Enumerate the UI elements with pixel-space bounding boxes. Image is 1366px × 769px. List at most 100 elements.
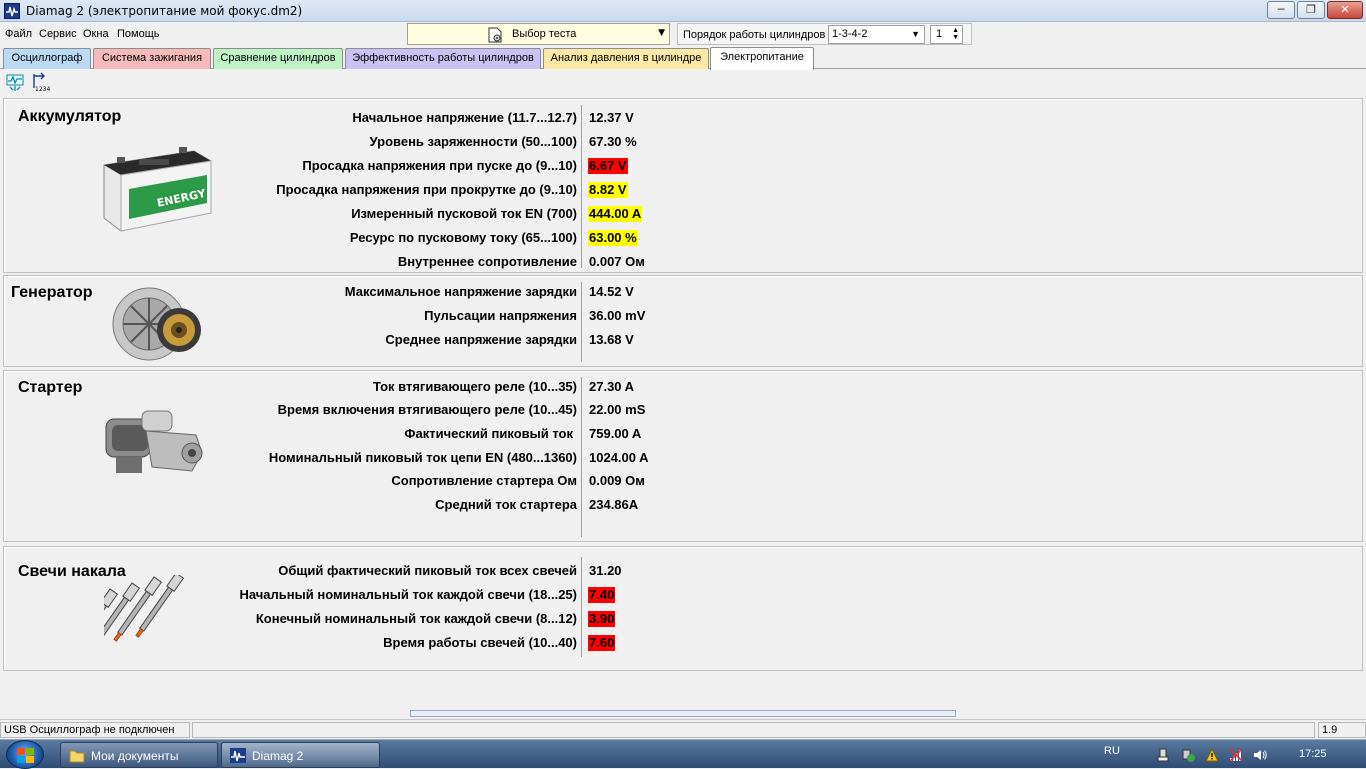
starter-divider (581, 377, 582, 537)
spin-up-icon[interactable]: ▲ (952, 27, 959, 34)
start-button[interactable] (6, 740, 44, 769)
maximize-button[interactable]: ❐ (1297, 1, 1325, 19)
title-bar: Diamag 2 (электропитание мой фокус.dm2) … (0, 0, 1366, 22)
oscilloscope-settings-icon[interactable] (5, 72, 25, 92)
taskbar: Мои документы Diamag 2 RU 17:25 (0, 739, 1366, 769)
starter-row-label: Средний ток стартера (435, 497, 577, 512)
battery-row-label: Уровень заряженности (50...100) (369, 134, 577, 149)
document-gear-icon (488, 27, 502, 43)
glow-plugs-row-label: Конечный номинальный ток каждой свечи (8… (255, 611, 577, 626)
generator-row-value: 13.68 V (589, 332, 634, 347)
status-connection: USB Осциллограф не подключен (0, 722, 190, 738)
battery-row-value: 0.007 Ом (589, 254, 645, 269)
close-button[interactable]: ✕ (1327, 1, 1363, 19)
battery-row-label: Просадка напряжения при пуске до (9...10… (302, 158, 577, 173)
glow-plugs-row-value-alert: 7.40 (588, 587, 616, 603)
battery-row-value: 12.37 V (589, 110, 634, 125)
tab-pressure-analysis[interactable]: Анализ давления в цилиндре (543, 48, 709, 69)
clock[interactable]: 17:25 (1299, 748, 1327, 760)
tab-strip: Осциллограф Система зажигания Сравнение … (0, 47, 1366, 70)
generator-title: Генератор (11, 284, 93, 301)
starter-row-value: 27.30 A (589, 379, 635, 394)
network-signal-icon[interactable] (1229, 748, 1243, 762)
starter-row-label: Время включения втягивающего реле (10...… (277, 402, 577, 417)
starter-title: Стартер (18, 379, 83, 396)
menu-help[interactable]: Помощь (117, 28, 160, 40)
minimize-button[interactable]: ─ (1267, 1, 1295, 19)
status-empty-pane (192, 722, 1315, 738)
battery-divider (581, 105, 582, 268)
tab-cylinder-efficiency[interactable]: Эффективность работы цилиндров (345, 48, 541, 69)
alternator-image (112, 287, 201, 361)
glow-plugs-image (104, 575, 185, 648)
generator-row-label: Максимальное напряжение зарядки (344, 284, 577, 299)
tab-oscilloscope[interactable]: Осциллограф (3, 48, 91, 69)
cylinder-order-select[interactable]: 1-3-4-2 ▼ (828, 25, 925, 44)
battery-row-value-warning: 8.82 V (588, 182, 628, 198)
generator-row-label: Среднее напряжение зарядки (385, 332, 577, 347)
test-select-dropdown[interactable]: Выбор теста ▼ (407, 23, 670, 45)
glow-plugs-divider (581, 557, 582, 657)
chevron-down-icon: ▼ (658, 28, 665, 38)
cylinder-spin-input[interactable]: 1 ▲ ▼ (930, 25, 963, 44)
test-select-label: Выбор теста (512, 28, 577, 40)
glow-plugs-panel: Свечи накала Общий фактический пиковый т… (3, 546, 1363, 671)
usb-device-icon[interactable] (1156, 748, 1170, 762)
menu-windows[interactable]: Окна (83, 28, 109, 40)
glow-plugs-row-value-alert: 3.90 (588, 611, 616, 627)
glow-plugs-row-label: Общий фактический пиковый ток всех свече… (278, 563, 577, 578)
generator-row-value: 14.52 V (589, 284, 634, 299)
horizontal-splitter[interactable] (410, 710, 956, 717)
starter-row-value: 234.86A (589, 497, 639, 512)
battery-title: Аккумулятор (18, 108, 122, 125)
starter-row-value: 0.009 Ом (589, 473, 645, 488)
toolbar: 1234 (0, 70, 1366, 94)
car-battery-image: ENERGY (103, 147, 212, 232)
glow-plugs-row-label: Начальный номинальный ток каждой свечи (… (239, 587, 577, 602)
taskbar-diamag[interactable]: Diamag 2 (221, 742, 380, 768)
starter-row-label: Номинальный пиковый ток цепи EN (480...1… (268, 450, 577, 465)
menu-service[interactable]: Сервис (39, 28, 77, 40)
status-version: 1.9 (1318, 722, 1366, 738)
starter-row-label: Фактический пиковый ток (404, 426, 573, 441)
starter-row-value: 759.00 A (589, 426, 642, 441)
glow-plugs-row-value-alert: 7.60 (588, 635, 616, 651)
battery-row-value-alert: 6.67 V (588, 158, 628, 174)
generator-panel: Генератор Максимальное напряжение зарядк… (3, 275, 1363, 367)
windows-logo-icon (17, 748, 34, 763)
cylinder-order-group: Порядок работы цилиндров 1-3-4-2 ▼ 1 ▲ ▼ (677, 23, 972, 45)
menu-file[interactable]: Файл (5, 28, 32, 40)
spin-down-icon[interactable]: ▼ (952, 34, 959, 41)
generator-row-value: 36.00 mV (589, 308, 646, 323)
tab-power-supply[interactable]: Электропитание (710, 47, 814, 70)
status-bar: USB Осциллограф не подключен 1.9 (0, 719, 1366, 739)
taskbar-my-documents[interactable]: Мои документы (60, 742, 218, 768)
starter-row-label: Ток втягивающего реле (10...35) (372, 379, 577, 394)
battery-row-label: Измеренный пусковой ток EN (700) (351, 206, 577, 221)
starter-row-value: 1024.00 A (589, 450, 649, 465)
starter-panel: Стартер Ток втягивающего реле (10...35) … (3, 370, 1363, 542)
diamag-app-icon (230, 748, 246, 763)
generator-row-label: Пульсации напряжения (424, 308, 577, 323)
battery-row-label: Внутреннее сопротивление (397, 254, 577, 269)
svg-text:1234: 1234 (35, 86, 50, 92)
battery-row-value-warning: 444.00 A (588, 206, 643, 222)
generator-divider (581, 282, 582, 362)
glow-plugs-row-label: Время работы свечей (10...40) (383, 635, 577, 650)
diamag-app-icon (4, 3, 20, 19)
language-indicator[interactable]: RU (1104, 745, 1120, 757)
cylinder-spin-value: 1 (936, 28, 943, 40)
warning-icon[interactable] (1205, 748, 1219, 762)
volume-icon[interactable] (1253, 748, 1267, 762)
starter-motor-image (105, 410, 203, 473)
tab-ignition-system[interactable]: Система зажигания (93, 48, 211, 69)
folder-icon (69, 750, 85, 763)
safely-remove-icon[interactable] (1181, 748, 1195, 762)
battery-row-label: Просадка напряжения при прокрутке до (9.… (276, 182, 577, 197)
glow-plugs-row-value: 31.20 (589, 563, 622, 578)
battery-row-label: Начальное напряжение (11.7...12.7) (352, 110, 577, 125)
battery-panel: Аккумулятор ENERGY Начальное напряжение … (3, 98, 1363, 273)
numbering-icon[interactable]: 1234 (31, 72, 51, 92)
tab-cylinder-comparison[interactable]: Сравнение цилиндров (213, 48, 343, 69)
starter-row-value: 22.00 mS (589, 402, 646, 417)
